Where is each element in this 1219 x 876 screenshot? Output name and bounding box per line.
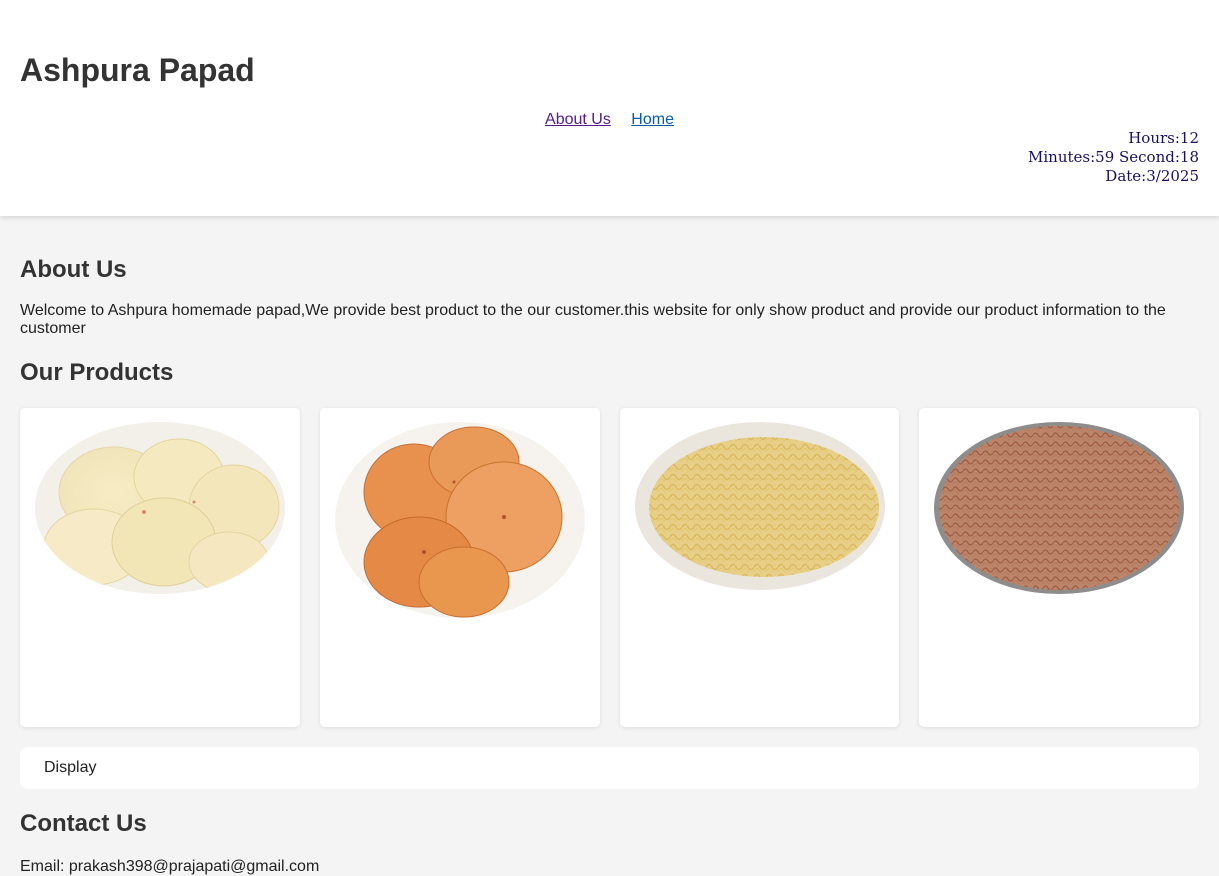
clock-display: Hours:12 Minutes:59 Second:18 Date:3/202… bbox=[1028, 129, 1199, 186]
yellow-sev-image bbox=[634, 422, 885, 590]
about-heading: About Us bbox=[20, 256, 127, 283]
main-content: About Us Welcome to Ashpura homemade pap… bbox=[0, 216, 1219, 876]
site-title: Ashpura Papad bbox=[20, 52, 255, 88]
product-card-masala-papad[interactable] bbox=[319, 408, 600, 727]
clock-minutes-seconds: Minutes:59 Second:18 bbox=[1028, 148, 1199, 166]
site-header: Ashpura Papad About Us Home Hours:12 Min… bbox=[0, 0, 1219, 216]
clock-date: Date:3/2025 bbox=[1105, 167, 1199, 185]
main-nav: About Us Home bbox=[0, 110, 1219, 130]
about-text: Welcome to Ashpura homemade papad,We pro… bbox=[20, 302, 1166, 337]
nav-link-home[interactable]: Home bbox=[631, 111, 674, 128]
products-heading: Our Products bbox=[20, 359, 174, 386]
white-papad-image bbox=[35, 422, 285, 594]
nav-link-about-us[interactable]: About Us bbox=[545, 111, 611, 128]
clock-hours: Hours:12 bbox=[1128, 129, 1199, 147]
display-button[interactable]: Display bbox=[20, 747, 1199, 789]
product-card-yellow-sev[interactable] bbox=[619, 408, 900, 727]
contact-heading: Contact Us bbox=[20, 810, 147, 837]
brown-sev-image bbox=[934, 422, 1185, 594]
contact-email: Email: prakash398@prajapati@gmail.com bbox=[20, 858, 320, 875]
product-card-white-papad[interactable] bbox=[20, 408, 300, 727]
masala-papad-image bbox=[334, 422, 585, 618]
product-grid bbox=[20, 408, 1199, 727]
product-card-brown-sev[interactable] bbox=[919, 408, 1199, 727]
